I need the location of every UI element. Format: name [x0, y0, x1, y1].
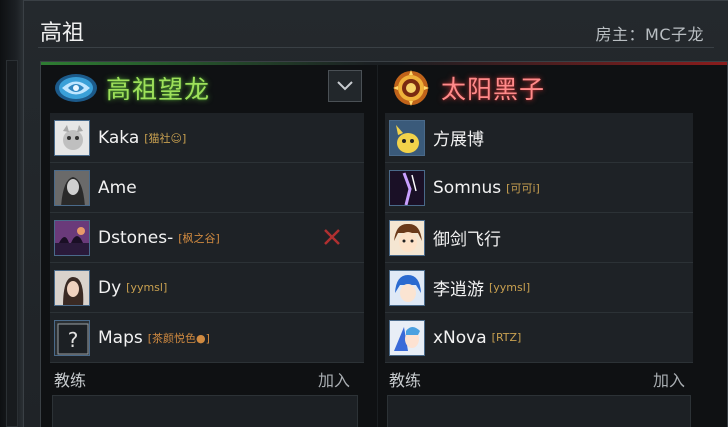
dire-player-list: 方展博 Somnus [可可i] 御剑飞行 李逍游 [yymsl] xNova …	[385, 113, 693, 363]
dire-team-name: 太阳黑子	[441, 75, 546, 104]
radiant-player-list: Kaka [猫社☺] Ame Dstones- [枫之谷] Dy [yymsl]…	[50, 113, 364, 363]
player-tag: [可可i]	[506, 181, 540, 195]
player-tag: [枫之谷]	[178, 231, 220, 245]
radiant-coach-slot[interactable]	[52, 395, 358, 427]
player-slot[interactable]: Kaka [猫社☺]	[50, 113, 364, 163]
dire-logo-icon	[385, 68, 437, 108]
player-name: 方展博	[433, 130, 484, 150]
radiant-header: 高祖望龙	[50, 65, 364, 111]
player-name: Kaka	[98, 127, 140, 148]
lobby-owner: 房主：MC子龙	[595, 25, 704, 44]
player-name: Dstones-	[98, 227, 174, 248]
player-slot[interactable]: Dy [yymsl]	[50, 263, 364, 313]
chevron-down-icon	[337, 81, 353, 91]
left-edge-notch	[6, 60, 18, 427]
radiant-team: 高祖望龙 Kaka [猫社☺] Ame Dstones- [枫之谷] Dy [y…	[50, 65, 364, 427]
player-slot[interactable]: 李逍游 [yymsl]	[385, 263, 693, 313]
dire-coach-slot[interactable]	[387, 395, 691, 427]
avatar	[389, 169, 425, 206]
svg-text:?: ?	[68, 328, 79, 352]
player-slot[interactable]: 御剑飞行	[385, 213, 693, 263]
player-slot[interactable]: Somnus [可可i]	[385, 163, 693, 213]
avatar	[389, 319, 425, 356]
player-name: 御剑飞行	[433, 230, 501, 250]
avatar	[54, 269, 90, 306]
radiant-team-name: 高祖望龙	[106, 75, 211, 104]
player-tag: [茶颜悦色●]	[147, 331, 210, 345]
player-name: Maps	[98, 327, 143, 348]
team-divider	[377, 62, 378, 427]
coach-label: 教练	[54, 371, 87, 390]
coach-label: 教练	[389, 371, 422, 390]
join-coach-button[interactable]: 加入	[318, 367, 350, 391]
lobby-title: 高祖	[40, 21, 85, 46]
avatar	[389, 219, 425, 256]
player-slot[interactable]: 方展博	[385, 113, 693, 163]
dire-header: 太阳黑子	[385, 65, 693, 111]
header-divider	[38, 47, 714, 48]
player-name: xNova	[433, 327, 487, 348]
player-name: Dy	[98, 277, 122, 298]
kick-player-button[interactable]	[322, 227, 342, 247]
player-slot[interactable]: Ame	[50, 163, 364, 213]
unknown-avatar-icon: ?	[54, 319, 90, 356]
avatar	[389, 269, 425, 306]
player-tag: [yymsl]	[126, 281, 168, 294]
player-name: 李逍游	[433, 280, 484, 300]
avatar	[389, 119, 425, 156]
join-coach-button[interactable]: 加入	[653, 367, 685, 391]
dire-team: 太阳黑子 方展博 Somnus [可可i] 御剑飞行 李逍游 [yymsl] x…	[385, 65, 693, 427]
player-tag: [猫社☺]	[144, 131, 187, 145]
team-area: 高祖望龙 Kaka [猫社☺] Ame Dstones- [枫之谷] Dy [y…	[40, 61, 728, 427]
avatar	[54, 219, 90, 256]
player-name: Ame	[98, 177, 137, 198]
player-name: Somnus	[433, 177, 502, 198]
dire-coach-bar: 教练 加入	[385, 366, 693, 392]
avatar	[54, 169, 90, 206]
player-tag: [RTZ]	[491, 331, 522, 344]
lobby-panel: 高祖 房主：MC子龙 高祖望龙 Kaka [猫社☺] Ame Dstones- …	[24, 0, 728, 427]
player-slot[interactable]: ? Maps [茶颜悦色●]	[50, 313, 364, 363]
radiant-coach-bar: 教练 加入	[50, 366, 358, 392]
left-edge-frame	[0, 0, 24, 427]
radiant-logo-icon	[50, 68, 102, 108]
player-tag: [yymsl]	[489, 281, 531, 294]
avatar	[54, 119, 90, 156]
team-dropdown-button[interactable]	[328, 70, 362, 102]
close-icon	[324, 229, 340, 245]
player-slot[interactable]: Dstones- [枫之谷]	[50, 213, 364, 263]
player-slot[interactable]: xNova [RTZ]	[385, 313, 693, 363]
